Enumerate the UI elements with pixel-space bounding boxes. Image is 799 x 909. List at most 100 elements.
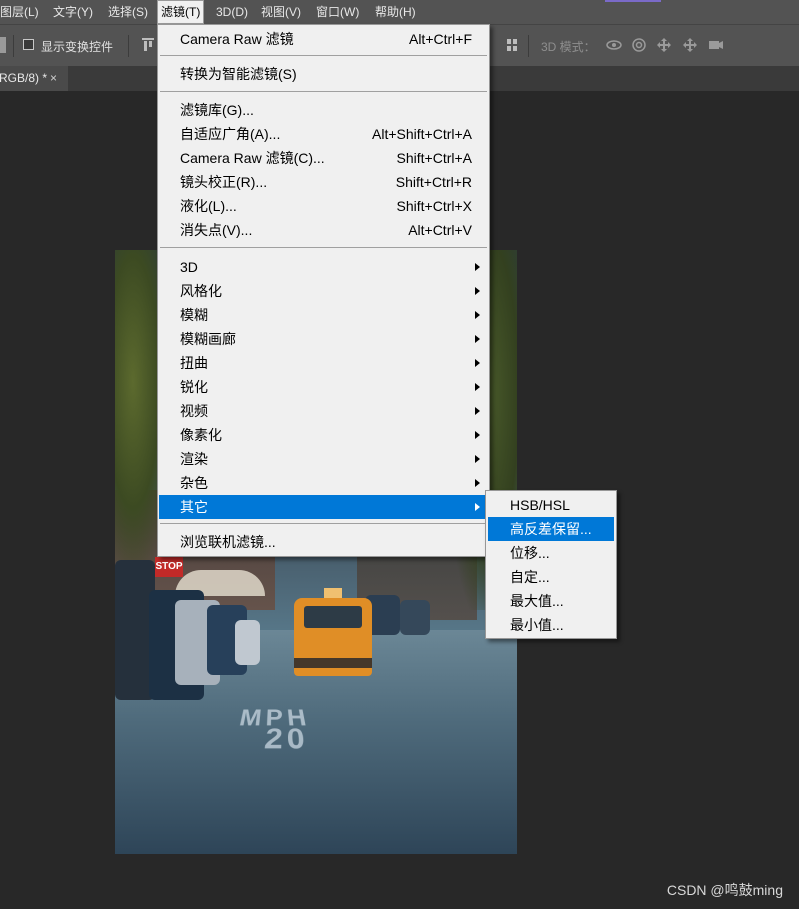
menu-divider (160, 91, 487, 92)
menu-item-shortcut: Shift+Ctrl+R (395, 174, 472, 190)
menu-select[interactable]: 选择(S) (108, 0, 148, 24)
menu-item-shortcut: Shift+Ctrl+A (396, 150, 472, 166)
menu-item-video[interactable]: 视频 (159, 399, 488, 423)
submenu-item-hsb-hsl[interactable]: HSB/HSL (488, 493, 614, 517)
align-top-icon[interactable] (142, 38, 154, 52)
3d-slide-icon[interactable] (681, 36, 699, 54)
submenu-item-minimum[interactable]: 最小值... (488, 613, 614, 637)
distribute-icon[interactable] (503, 36, 521, 54)
submenu-item-high-pass[interactable]: 高反差保留... (488, 517, 614, 541)
menu-item-label: 杂色 (180, 475, 208, 491)
menu-item-convert-smart-filters[interactable]: 转换为智能滤镜(S) (159, 62, 488, 86)
3d-roll-icon[interactable] (630, 36, 648, 54)
menu-item-sharpen[interactable]: 锐化 (159, 375, 488, 399)
divider (13, 35, 14, 57)
menu-item-other[interactable]: 其它 (159, 495, 488, 519)
show-transform-controls-label: 显示变换控件 (41, 40, 114, 54)
tool-options-handle-icon (0, 37, 6, 53)
menu-item-camera-raw-filter[interactable]: Camera Raw 滤镜 Alt+Ctrl+F (159, 27, 488, 51)
3d-orbit-icon[interactable] (605, 36, 623, 54)
divider (528, 35, 529, 57)
menu-item-camera-raw-filter-c[interactable]: Camera Raw 滤镜(C)... Shift+Ctrl+A (159, 146, 488, 170)
document-tab[interactable]: RGB/8) * × (0, 66, 68, 91)
photo-car (400, 600, 430, 635)
submenu-item-offset[interactable]: 位移... (488, 541, 614, 565)
menu-item-label: Camera Raw 滤镜 (180, 31, 294, 47)
menu-filter[interactable]: 滤镜(T) (157, 0, 205, 24)
menu-item-label: 浏览联机滤镜... (180, 534, 276, 550)
watermark: CSDN @鸣鼓ming (666, 882, 783, 898)
menu-item-browse-filters-online[interactable]: 浏览联机滤镜... (159, 530, 488, 554)
menu-item-label: 自定... (510, 569, 550, 585)
menu-divider (160, 247, 487, 248)
submenu-item-maximum[interactable]: 最大值... (488, 589, 614, 613)
menu-bar: 图层(L) 文字(Y) 选择(S) 滤镜(T) 3D(D) 视图(V) 窗口(W… (0, 0, 799, 24)
menu-layer[interactable]: 图层(L) (0, 0, 39, 24)
menu-item-label: 渲染 (180, 451, 208, 467)
menu-item-label: Camera Raw 滤镜(C)... (180, 150, 325, 166)
menu-item-label: 镜头校正(R)... (180, 174, 268, 190)
menu-item-blur-gallery[interactable]: 模糊画廊 (159, 327, 488, 351)
menu-item-label: 扭曲 (180, 355, 208, 371)
submenu-arrow-icon (475, 455, 480, 463)
menu-3d[interactable]: 3D(D) (216, 0, 248, 24)
menu-item-pixelate[interactable]: 像素化 (159, 423, 488, 447)
show-transform-controls-checkbox[interactable] (23, 39, 34, 50)
menu-window[interactable]: 窗口(W) (316, 0, 359, 24)
menu-item-label: 模糊 (180, 307, 208, 323)
menu-item-shortcut: Alt+Shift+Ctrl+A (372, 126, 472, 142)
photo-taxi (294, 588, 372, 676)
menu-item-label: 像素化 (180, 427, 222, 443)
menu-item-label: 视频 (180, 403, 208, 419)
menu-item-shortcut: Shift+Ctrl+X (396, 198, 472, 214)
submenu-arrow-icon (475, 311, 480, 319)
photo-stop-sign: STOP (155, 557, 183, 577)
submenu-arrow-icon (475, 359, 480, 367)
3d-pan-icon[interactable] (655, 36, 673, 54)
accent-strip (605, 0, 661, 2)
menu-item-shortcut: Alt+Ctrl+V (408, 222, 472, 238)
menu-item-label: 消失点(V)... (180, 222, 253, 238)
submenu-arrow-icon (475, 383, 480, 391)
menu-item-label: 3D (180, 259, 198, 275)
menu-item-3d[interactable]: 3D (159, 255, 488, 279)
other-submenu: HSB/HSL 高反差保留... 位移... 自定... 最大值... 最小值.… (485, 490, 617, 639)
3d-scale-camera-icon[interactable] (707, 36, 725, 54)
menu-item-stylize[interactable]: 风格化 (159, 279, 488, 303)
menu-item-adaptive-wide-angle[interactable]: 自适应广角(A)... Alt+Shift+Ctrl+A (159, 122, 488, 146)
menu-item-label: 滤镜库(G)... (180, 102, 254, 118)
photo-taxi-sign (324, 588, 342, 598)
menu-item-label: 最大值... (510, 593, 564, 609)
menu-item-label: 高反差保留... (510, 521, 592, 537)
submenu-arrow-icon (475, 479, 480, 487)
menu-type[interactable]: 文字(Y) (53, 0, 93, 24)
menu-item-vanishing-point[interactable]: 消失点(V)... Alt+Ctrl+V (159, 218, 488, 242)
menu-item-render[interactable]: 渲染 (159, 447, 488, 471)
photo-car (235, 620, 260, 665)
menu-divider (160, 523, 487, 524)
menu-item-distort[interactable]: 扭曲 (159, 351, 488, 375)
menu-item-label: 自适应广角(A)... (180, 126, 281, 142)
close-icon[interactable]: × (50, 66, 57, 90)
menu-item-liquify[interactable]: 液化(L)... Shift+Ctrl+X (159, 194, 488, 218)
divider (128, 35, 129, 57)
menu-item-label: 最小值... (510, 617, 564, 633)
submenu-arrow-icon (475, 335, 480, 343)
menu-help[interactable]: 帮助(H) (375, 0, 416, 24)
menu-item-lens-correction[interactable]: 镜头校正(R)... Shift+Ctrl+R (159, 170, 488, 194)
menu-item-filter-gallery[interactable]: 滤镜库(G)... (159, 98, 488, 122)
photo-taxi-window (304, 606, 362, 628)
submenu-arrow-icon (475, 407, 480, 415)
menu-item-label: 其它 (180, 499, 208, 515)
menu-item-label: 风格化 (180, 283, 222, 299)
menu-item-blur[interactable]: 模糊 (159, 303, 488, 327)
submenu-item-custom[interactable]: 自定... (488, 565, 614, 589)
menu-item-noise[interactable]: 杂色 (159, 471, 488, 495)
photo-taxi-bumper (294, 658, 372, 668)
menu-item-label: 锐化 (180, 379, 208, 395)
menu-divider (160, 55, 487, 56)
filter-menu: Camera Raw 滤镜 Alt+Ctrl+F 转换为智能滤镜(S) 滤镜库(… (157, 24, 490, 557)
menu-item-label: 转换为智能滤镜(S) (180, 66, 297, 82)
menu-view[interactable]: 视图(V) (261, 0, 301, 24)
submenu-arrow-icon (475, 287, 480, 295)
